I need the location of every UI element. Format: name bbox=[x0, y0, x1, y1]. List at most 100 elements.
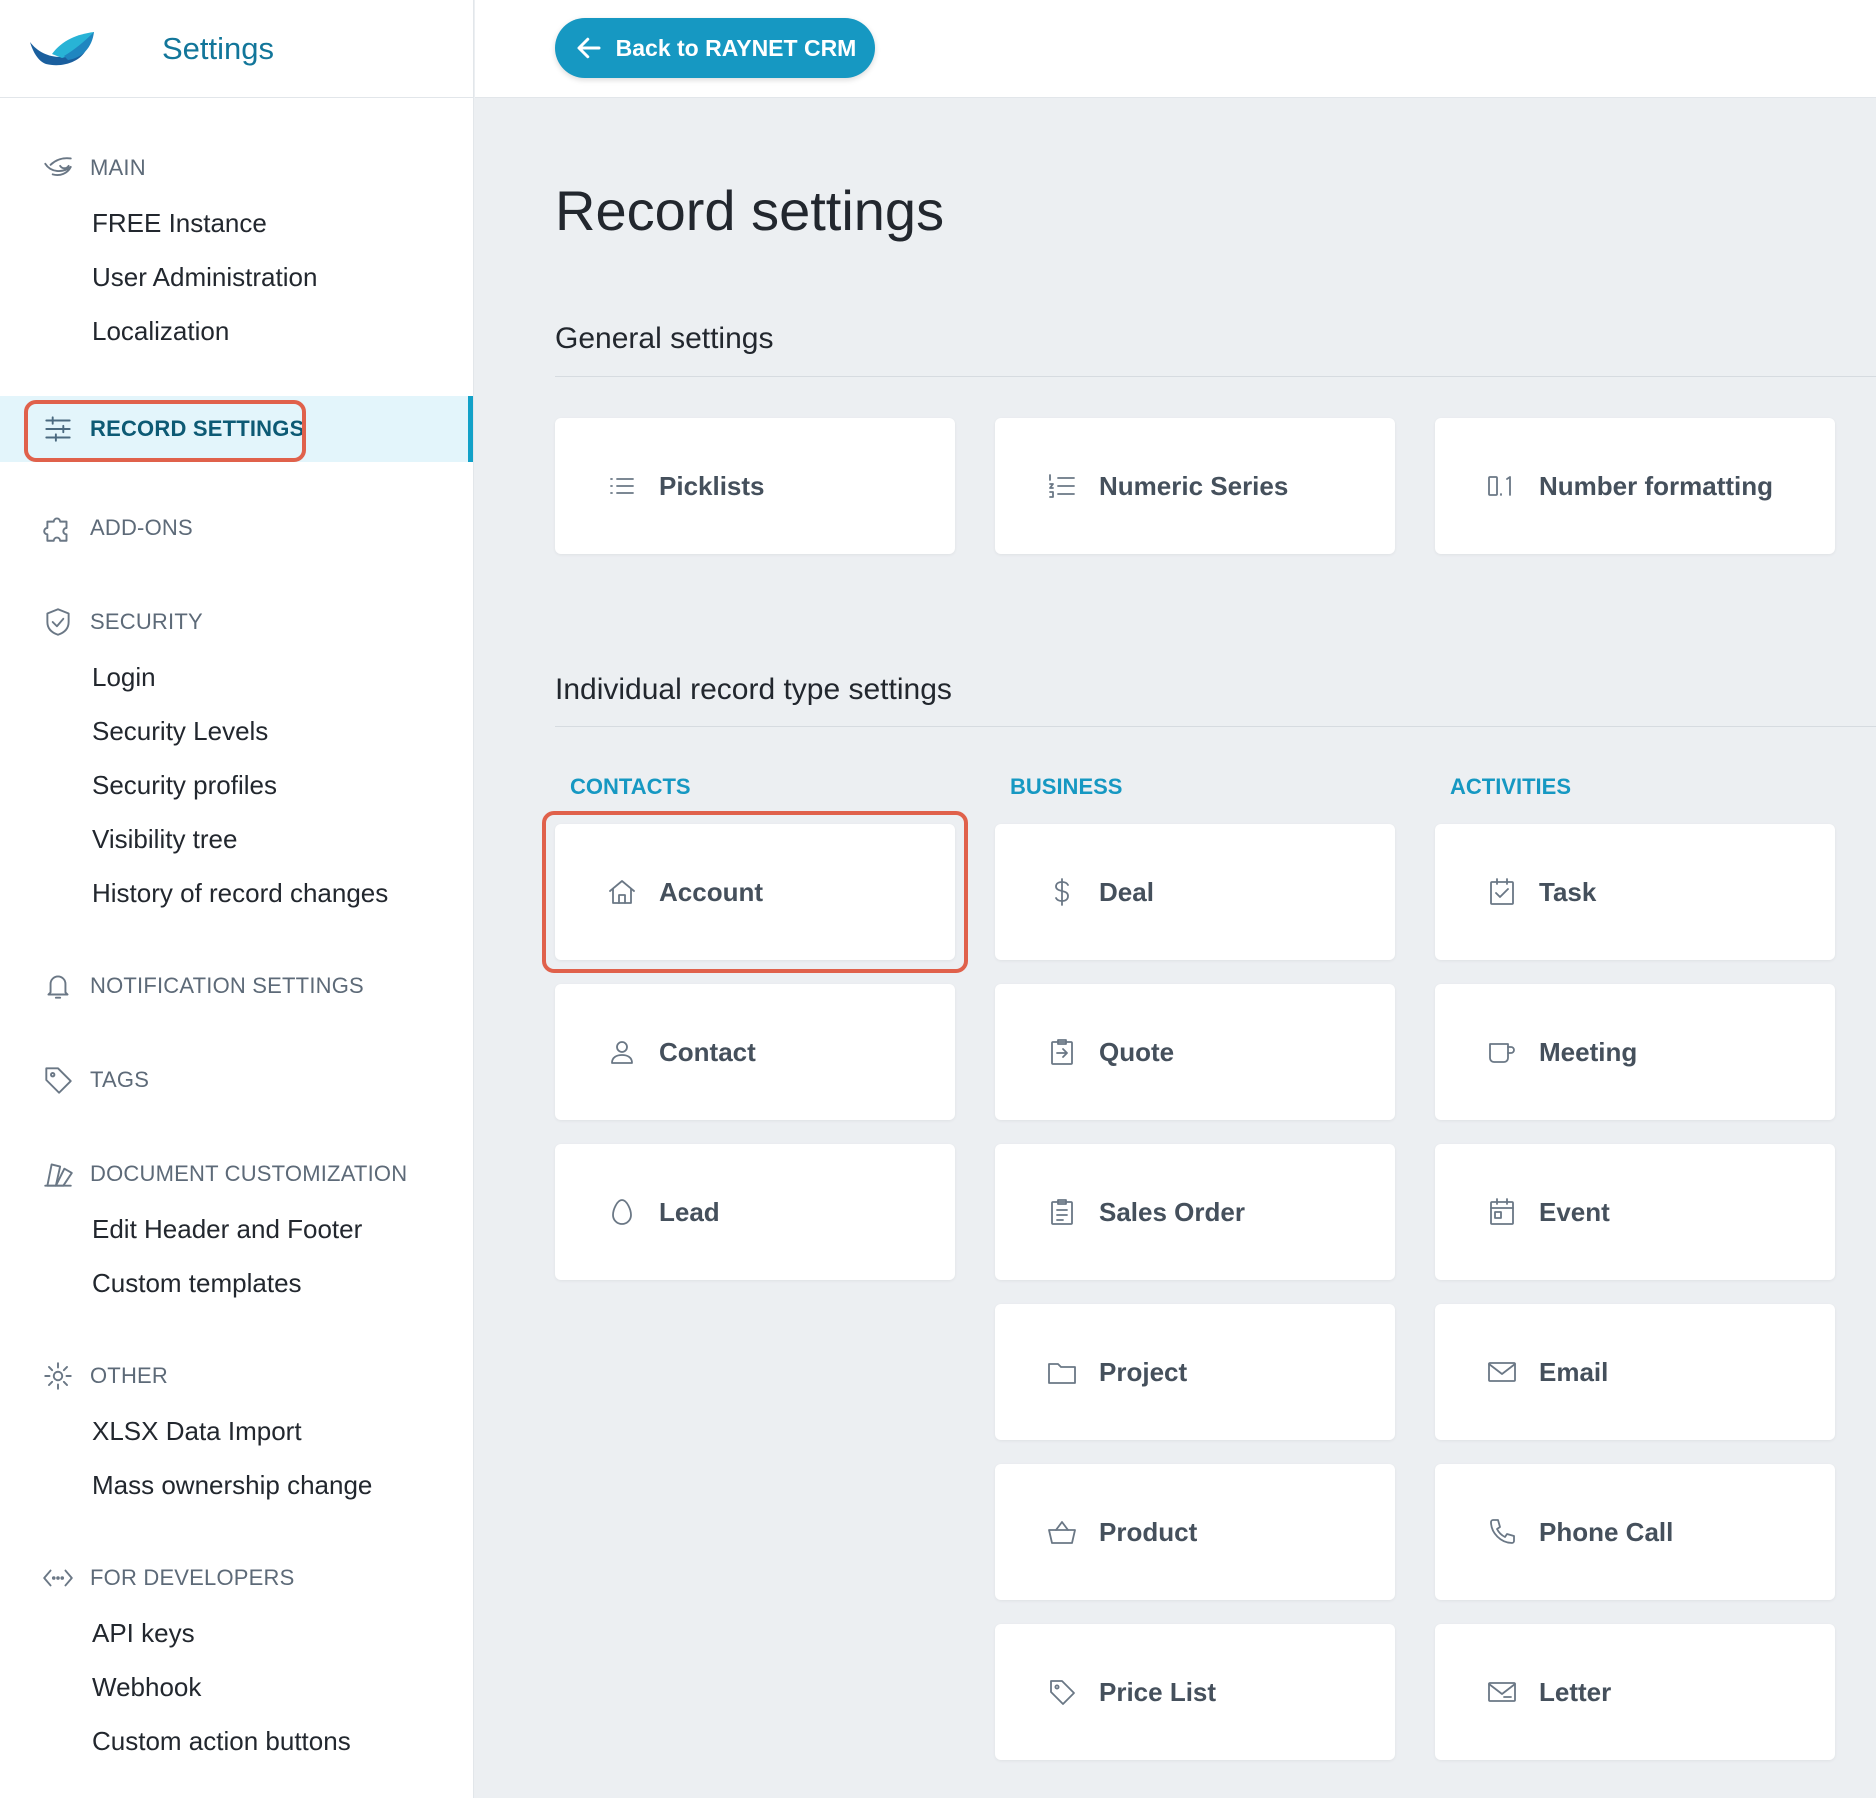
settings-card-picklists[interactable]: Picklists bbox=[555, 418, 955, 554]
card-label: Task bbox=[1539, 876, 1597, 907]
sidebar-item[interactable]: Security profiles bbox=[0, 758, 473, 812]
sidebar-item[interactable]: History of record changes bbox=[0, 866, 473, 920]
sidebar-item[interactable]: Mass ownership change bbox=[0, 1458, 473, 1512]
tag-icon bbox=[38, 1062, 78, 1098]
sidebar-item[interactable]: Custom templates bbox=[0, 1256, 473, 1310]
sidebar-item[interactable]: User Administration bbox=[0, 250, 473, 304]
nav-section-header-main[interactable]: MAIN bbox=[0, 140, 473, 196]
settings-card-phone-call[interactable]: Phone Call bbox=[1435, 1464, 1835, 1600]
nav-section-tags: TAGS bbox=[0, 1052, 473, 1108]
nav-section-dev: FOR DEVELOPERS API keys Webhook Custom acti… bbox=[0, 1550, 473, 1768]
settings-card-numeric-series[interactable]: Numeric Series bbox=[995, 418, 1395, 554]
numbered-list-icon bbox=[1045, 469, 1079, 503]
nav-section-addons: ADD-ONS bbox=[0, 500, 473, 556]
brand-header: Settings bbox=[0, 0, 473, 98]
sidebar-item[interactable]: Visibility tree bbox=[0, 812, 473, 866]
nav-section-record: RECORD SETTINGS bbox=[0, 396, 473, 462]
settings-card-lead[interactable]: Lead bbox=[555, 1144, 955, 1280]
sidebar-item[interactable]: Edit Header and Footer bbox=[0, 1202, 473, 1256]
raynet-icon bbox=[38, 150, 78, 186]
decimal-icon bbox=[1485, 469, 1519, 503]
card-label: Price List bbox=[1099, 1676, 1217, 1707]
sidebar-item[interactable]: Login bbox=[0, 650, 473, 704]
settings-card-project[interactable]: Project bbox=[995, 1304, 1395, 1440]
egg-icon bbox=[605, 1195, 639, 1229]
clipboard-lines-icon bbox=[1045, 1195, 1079, 1229]
nav-section-header-record[interactable]: RECORD SETTINGS bbox=[0, 396, 473, 462]
nav-section-header-dev[interactable]: FOR DEVELOPERS bbox=[0, 1550, 473, 1606]
gear-icon bbox=[38, 1358, 78, 1394]
settings-card-account[interactable]: Account bbox=[555, 824, 955, 960]
home-icon bbox=[605, 875, 639, 909]
card-label: Email bbox=[1539, 1356, 1609, 1387]
column-heading-business: BUSINESS bbox=[1010, 774, 1123, 799]
card-label: Letter bbox=[1539, 1676, 1612, 1707]
dollar-icon bbox=[1045, 875, 1079, 909]
checkbox-icon bbox=[1485, 875, 1519, 909]
settings-card-quote[interactable]: Quote bbox=[995, 984, 1395, 1120]
settings-card-number-formatting[interactable]: Number formatting bbox=[1435, 418, 1835, 554]
nav-section-header-tags[interactable]: TAGS bbox=[0, 1052, 473, 1108]
sidebar-item[interactable]: Webhook bbox=[0, 1660, 473, 1714]
list-icon bbox=[605, 469, 639, 503]
column-heading-activities: ACTIVITIES bbox=[1450, 774, 1572, 799]
nav-section-security: SECURITY Login Security Levels Security pro… bbox=[0, 594, 473, 920]
sidebar-item[interactable]: Security Levels bbox=[0, 704, 473, 758]
general-settings-title: General settings bbox=[555, 322, 774, 355]
nav-section-notif: NOTIFICATION SETTINGS bbox=[0, 958, 473, 1014]
nav-section-label: FOR DEVELOPERS bbox=[90, 1565, 295, 1590]
card-label: Contact bbox=[659, 1036, 756, 1067]
phone-icon bbox=[1485, 1515, 1519, 1549]
settings-card-email[interactable]: Email bbox=[1435, 1304, 1835, 1440]
letter-icon bbox=[1485, 1675, 1519, 1709]
settings-card-meeting[interactable]: Meeting bbox=[1435, 984, 1835, 1120]
calendar-icon bbox=[1485, 1195, 1519, 1229]
bell-icon bbox=[38, 968, 78, 1004]
nav-section-header-addons[interactable]: ADD-ONS bbox=[0, 500, 473, 556]
basket-icon bbox=[1045, 1515, 1079, 1549]
settings-card-event[interactable]: Event bbox=[1435, 1144, 1835, 1280]
card-label: Picklists bbox=[659, 470, 765, 501]
nav-section-main: MAIN FREE Instance User Administration Loca… bbox=[0, 140, 473, 358]
nav-section-label: TAGS bbox=[90, 1067, 150, 1092]
sliders-icon bbox=[38, 411, 78, 447]
nav-section-header-notif[interactable]: NOTIFICATION SETTINGS bbox=[0, 958, 473, 1014]
settings-card-deal[interactable]: Deal bbox=[995, 824, 1395, 960]
nav-section-header-security[interactable]: SECURITY bbox=[0, 594, 473, 650]
nav-section-label: MAIN bbox=[90, 155, 146, 180]
card-label: Sales Order bbox=[1099, 1196, 1245, 1227]
settings-card-contact[interactable]: Contact bbox=[555, 984, 955, 1120]
nav-section-header-other[interactable]: OTHER bbox=[0, 1348, 473, 1404]
sidebar-item[interactable]: Custom action buttons bbox=[0, 1714, 473, 1768]
card-label: Project bbox=[1099, 1356, 1188, 1387]
code-icon bbox=[38, 1560, 78, 1596]
puzzle-icon bbox=[38, 510, 78, 546]
back-to-crm-button[interactable]: Back to RAYNET CRM bbox=[555, 18, 875, 78]
card-label: Lead bbox=[659, 1196, 720, 1227]
card-label: Quote bbox=[1099, 1036, 1175, 1067]
settings-card-sales-order[interactable]: Sales Order bbox=[995, 1144, 1395, 1280]
sidebar-item[interactable]: XLSX Data Import bbox=[0, 1404, 473, 1458]
folder-icon bbox=[1045, 1355, 1079, 1389]
nav-section-label: OTHER bbox=[90, 1363, 168, 1388]
raynet-logo[interactable] bbox=[28, 28, 98, 70]
settings-card-product[interactable]: Product bbox=[995, 1464, 1395, 1600]
nav-section-other: OTHER XLSX Data Import Mass ownership chan… bbox=[0, 1348, 473, 1512]
nav-section-header-docs[interactable]: DOCUMENT CUSTOMIZATION bbox=[0, 1146, 473, 1202]
user-icon bbox=[605, 1035, 639, 1069]
sidebar: Settings MAIN FREE Instance User Administr… bbox=[0, 0, 474, 1798]
settings-card-task[interactable]: Task bbox=[1435, 824, 1835, 960]
envelope-icon bbox=[1485, 1355, 1519, 1389]
clipboard-arrow-icon bbox=[1045, 1035, 1079, 1069]
sidebar-item[interactable]: API keys bbox=[0, 1606, 473, 1660]
nav-section-label: NOTIFICATION SETTINGS bbox=[90, 973, 364, 998]
sidebar-item[interactable]: Localization bbox=[0, 304, 473, 358]
card-label: Phone Call bbox=[1539, 1516, 1674, 1547]
settings-card-price-list[interactable]: Price List bbox=[995, 1624, 1395, 1760]
settings-card-letter[interactable]: Letter bbox=[1435, 1624, 1835, 1760]
card-label: Account bbox=[659, 876, 763, 907]
sidebar-item[interactable]: FREE Instance bbox=[0, 196, 473, 250]
nav-section-label: SECURITY bbox=[90, 609, 203, 634]
card-label: Product bbox=[1099, 1516, 1198, 1547]
swatches-icon bbox=[38, 1156, 78, 1192]
